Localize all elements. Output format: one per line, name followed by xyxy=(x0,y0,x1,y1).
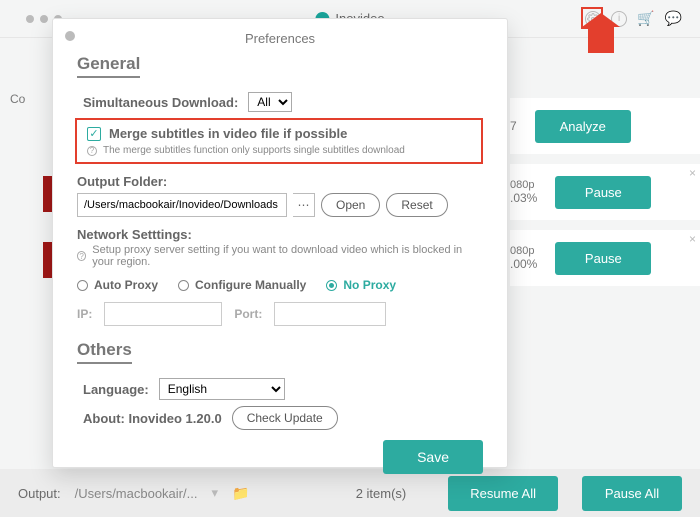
dropdown-icon[interactable]: ▾ xyxy=(211,485,218,501)
save-button[interactable]: Save xyxy=(383,440,483,474)
chat-icon[interactable]: 💬 xyxy=(665,10,682,27)
item-count: 2 item(s) xyxy=(356,486,407,501)
bg-row1-text: 7 xyxy=(510,119,517,133)
close-icon[interactable]: × xyxy=(689,232,696,246)
network-settings-hint: Setup proxy server setting if you want t… xyxy=(92,244,483,268)
merge-subtitles-label: Merge subtitles in video file if possibl… xyxy=(109,126,347,141)
bg-item2-quality: 080p xyxy=(510,179,537,191)
output-folder-input[interactable] xyxy=(77,193,287,217)
check-update-button[interactable]: Check Update xyxy=(232,406,338,430)
resume-all-button[interactable]: Resume All xyxy=(448,476,558,511)
port-input[interactable] xyxy=(274,302,386,326)
pause-button-2[interactable]: Pause xyxy=(555,242,651,275)
network-settings-label: Network Setttings: xyxy=(77,227,483,242)
others-heading: Others xyxy=(77,340,132,364)
browse-button[interactable]: ⋯ xyxy=(293,193,315,217)
ip-label: IP: xyxy=(77,307,92,321)
bottom-bar: Output: /Users/macbookair/... ▾ 📁 2 item… xyxy=(0,469,700,517)
reset-folder-button[interactable]: Reset xyxy=(386,193,447,217)
simul-download-label: Simultaneous Download: xyxy=(83,95,238,110)
merge-subtitles-highlight: ✓ Merge subtitles in video file if possi… xyxy=(75,118,483,164)
pause-all-button[interactable]: Pause All xyxy=(582,476,682,511)
bg-item2-percent: .03% xyxy=(510,191,537,205)
output-folder-label: Output Folder: xyxy=(77,174,483,189)
analyze-button[interactable]: Analyze xyxy=(535,110,631,143)
preferences-dialog: Preferences General Simultaneous Downloa… xyxy=(52,18,508,468)
language-select[interactable]: English xyxy=(159,378,285,400)
output-path-short[interactable]: /Users/macbookair/... xyxy=(75,486,198,501)
bg-item3-quality: 080p xyxy=(510,245,537,257)
merge-subtitles-checkbox[interactable]: ✓ xyxy=(87,127,101,141)
info-icon: ? xyxy=(77,251,86,261)
simul-download-select[interactable]: All xyxy=(248,92,292,112)
radio-auto-proxy[interactable]: Auto Proxy xyxy=(77,278,158,292)
language-label: Language: xyxy=(83,382,149,397)
merge-subtitles-hint: The merge subtitles function only suppor… xyxy=(103,145,405,156)
close-icon[interactable]: × xyxy=(689,166,696,180)
general-heading: General xyxy=(77,54,140,78)
dialog-title: Preferences xyxy=(77,31,483,46)
radio-configure-label: Configure Manually xyxy=(195,278,306,292)
info-icon: ? xyxy=(87,146,97,156)
cart-icon[interactable]: 🛒 xyxy=(637,10,654,27)
folder-icon[interactable]: 📁 xyxy=(232,485,249,502)
callout-arrow xyxy=(588,25,614,53)
port-label: Port: xyxy=(234,307,262,321)
pause-button-1[interactable]: Pause xyxy=(555,176,651,209)
ip-input[interactable] xyxy=(104,302,222,326)
radio-auto-proxy-label: Auto Proxy xyxy=(94,278,158,292)
radio-no-proxy-label: No Proxy xyxy=(343,278,396,292)
about-text: About: Inovideo 1.20.0 xyxy=(83,411,222,426)
radio-no-proxy[interactable]: No Proxy xyxy=(326,278,396,292)
minimize-dot[interactable] xyxy=(40,15,48,23)
output-label: Output: xyxy=(18,486,61,501)
open-folder-button[interactable]: Open xyxy=(321,193,380,217)
bg-label: Co xyxy=(10,92,40,106)
dialog-close-dot[interactable] xyxy=(65,31,75,41)
bg-item3-percent: .00% xyxy=(510,257,537,271)
close-dot[interactable] xyxy=(26,15,34,23)
radio-configure-manually[interactable]: Configure Manually xyxy=(178,278,306,292)
